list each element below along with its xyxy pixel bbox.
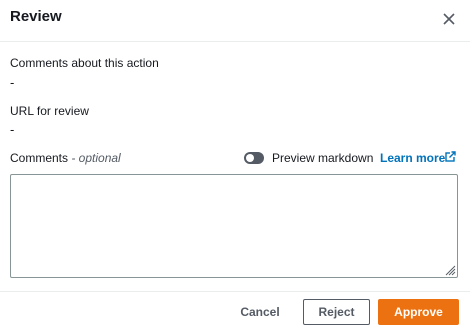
comments-about-action-label: Comments about this action [10, 56, 159, 70]
footer-divider [0, 291, 470, 292]
comments-label-text: Comments [10, 151, 69, 165]
comments-about-action-value: - [10, 75, 15, 90]
reject-button[interactable]: Reject [303, 299, 370, 325]
comments-textarea[interactable] [10, 174, 458, 278]
cancel-button[interactable]: Cancel [234, 299, 286, 325]
preview-markdown-label: Preview markdown [272, 151, 374, 165]
close-icon [443, 13, 455, 25]
optional-suffix: - optional [68, 151, 121, 165]
dialog-title: Review [10, 8, 62, 25]
learn-more-link[interactable]: Learn more [380, 151, 445, 165]
url-for-review-value: - [10, 122, 15, 137]
approve-button[interactable]: Approve [378, 299, 459, 325]
resize-grip-icon[interactable] [444, 264, 456, 276]
toggle-knob [246, 154, 254, 162]
external-link-icon[interactable] [445, 151, 456, 162]
comments-label: Comments - optional [10, 151, 121, 165]
close-button[interactable] [438, 8, 460, 30]
dialog-header: Review [0, 0, 470, 42]
preview-markdown-toggle[interactable] [244, 152, 264, 164]
url-for-review-label: URL for review [10, 104, 89, 118]
